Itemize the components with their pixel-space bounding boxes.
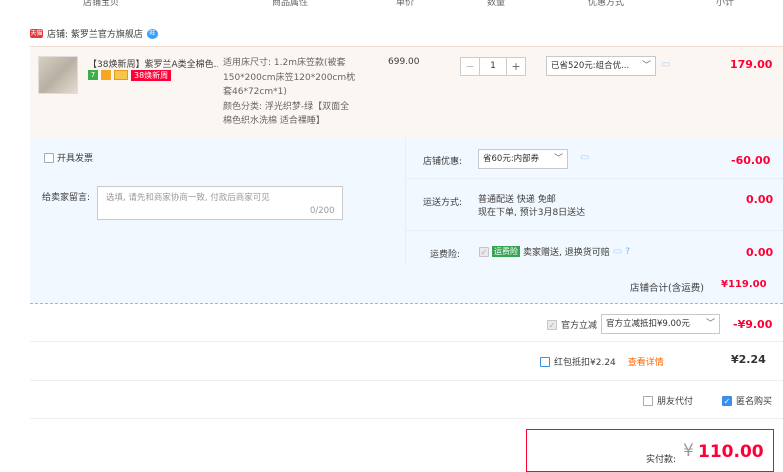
col-header-info: 店铺宝贝 [83, 0, 120, 8]
payment-amount: 110.00 [698, 442, 764, 462]
divider [405, 230, 783, 231]
divider [30, 418, 783, 419]
friend-pay-checkbox[interactable] [643, 395, 653, 406]
tmall-icon: 天猫 [30, 29, 43, 38]
payment-currency: ¥ [683, 441, 694, 461]
promo-select-value: 已省520元:组合优... [551, 61, 630, 71]
help-icon[interactable]: ? [625, 247, 630, 257]
shop-header: 天猫 店铺: 紫罗兰官方旗舰店 旺 [30, 27, 158, 40]
invoice-label: 开具发票 [57, 154, 94, 164]
memo-count: 0/200 [310, 206, 335, 216]
item-subtotal: 179.00 [730, 58, 773, 71]
divider [30, 341, 783, 342]
shop-total-amount: ¥119.00 [721, 279, 767, 290]
event-badge: 38焕新周 [131, 70, 172, 81]
product-spec: 适用床尺寸: 1.2m床笠款(被套 150*200cm床笠120*200cm枕 … [223, 56, 368, 129]
card-icon [114, 70, 128, 80]
shipping-label: 运送方式: [423, 198, 463, 208]
col-header-attr: 商品属性 [272, 0, 309, 8]
column-header: 店铺宝贝 商品属性 单价 数量 优惠方式 小计 [0, 0, 783, 8]
col-header-qty: 数量 [487, 0, 506, 8]
official-discount-option: ✓ 官方立减 [547, 318, 597, 331]
friend-pay-label: 朋友代付 [657, 397, 694, 407]
shipping-amount: 0.00 [746, 193, 774, 206]
product-title[interactable]: 【38焕新周】紫罗兰A类全棉色... [88, 57, 218, 70]
shop-discount-amount: -60.00 [731, 154, 771, 167]
chevron-down-icon: ﹀ [553, 154, 563, 164]
spec-line: 颜色分类: 浮光织梦-绿【双面全 [223, 101, 350, 112]
quantity-stepper: − 1 + [460, 57, 526, 76]
divider [30, 380, 783, 381]
official-discount-amount: -¥9.00 [733, 318, 773, 331]
spec-line: 套46*72cm*1) [223, 87, 287, 97]
chevron-down-icon: ﹀ [705, 319, 715, 329]
official-discount-label: 官方立减 [561, 321, 598, 331]
chevron-down-icon: ﹀ [641, 61, 651, 71]
seven-day-return-icon: 7 [88, 70, 98, 80]
shipping-info: 普通配送 快递 免邮 现在下单, 预计3月8日送达 [478, 194, 585, 220]
insurance-label: 运费险: [430, 250, 461, 260]
shop-discount-value: 省60元:内部券 [483, 154, 540, 164]
shop-discount-select[interactable]: 省60元:内部券 ﹀ [478, 149, 568, 169]
message-icon[interactable]: ▭ [613, 246, 622, 257]
official-discount-checkbox: ✓ [547, 319, 557, 330]
insurance-option: ✓ 运费险 卖家赠送, 退换货可赔 ▭ ? [479, 245, 630, 258]
qty-input[interactable]: 1 [480, 57, 506, 76]
official-discount-select[interactable]: 官方立减抵扣¥9.00元 ﹀ [601, 314, 720, 334]
red-packet-details-link[interactable]: 查看详情 [628, 355, 664, 368]
product-thumbnail[interactable] [38, 56, 78, 94]
shop-name[interactable]: 店铺: 紫罗兰官方旗舰店 [47, 27, 143, 40]
anonymous-option[interactable]: ✓ 匿名购买 [722, 394, 772, 407]
anonymous-label: 匿名购买 [736, 397, 773, 407]
red-packet-checkbox[interactable] [540, 356, 550, 367]
spec-line: 150*200cm床笠120*200cm枕 [223, 72, 356, 83]
shop-discount-label: 店铺优惠: [423, 157, 463, 167]
shipping-eta: 现在下单, 预计3月8日送达 [478, 208, 586, 218]
memo-textarea[interactable]: 选填, 请先和商家协商一致, 付款后商家可见 [97, 186, 343, 220]
unit-price: 699.00 [388, 57, 420, 67]
spec-line: 棉色织水洗棉 适合裸睡】 [223, 116, 325, 126]
divider [405, 138, 406, 265]
official-discount-value: 官方立减抵扣¥9.00元 [606, 319, 690, 329]
memo-label: 给卖家留言: [42, 193, 91, 203]
message-icon[interactable]: ▭ [580, 152, 589, 163]
col-header-promo: 优惠方式 [588, 0, 625, 8]
divider [405, 178, 783, 179]
promo-select[interactable]: 已省520元:组合优... ﹀ [546, 56, 656, 76]
qty-plus-button[interactable]: + [506, 57, 526, 76]
product-badges: 7 38焕新周 [88, 70, 172, 81]
qty-minus-button[interactable]: − [460, 57, 480, 76]
payment-label: 实付款: [646, 455, 677, 465]
red-packet-option[interactable]: 红包抵扣¥2.24 查看详情 [540, 355, 664, 368]
insurance-amount: 0.00 [746, 246, 774, 259]
anonymous-checkbox[interactable]: ✓ [722, 395, 732, 406]
red-packet-label: 红包抵扣¥2.24 [554, 358, 616, 368]
guarantee-icon [101, 70, 111, 80]
col-header-subtotal: 小计 [716, 0, 735, 8]
col-header-price: 单价 [396, 0, 415, 8]
insurance-checkbox: ✓ [479, 246, 489, 257]
friend-pay-option[interactable]: 朋友代付 [643, 394, 693, 407]
insurance-text: 卖家赠送, 退换货可赔 [523, 248, 610, 258]
shop-total-label: 店铺合计(含运费) [630, 283, 704, 294]
chat-icon[interactable]: 旺 [146, 28, 158, 39]
invoice-checkbox[interactable] [44, 152, 54, 163]
insurance-tag: 运费险 [492, 246, 520, 257]
red-packet-amount: ¥2.24 [731, 353, 766, 366]
message-icon[interactable]: ▭ [661, 59, 670, 70]
shipping-method: 普通配送 快递 免邮 [478, 195, 556, 205]
spec-line: 适用床尺寸: 1.2m床笠款(被套 [223, 58, 346, 68]
invoice-option[interactable]: 开具发票 [44, 151, 93, 164]
